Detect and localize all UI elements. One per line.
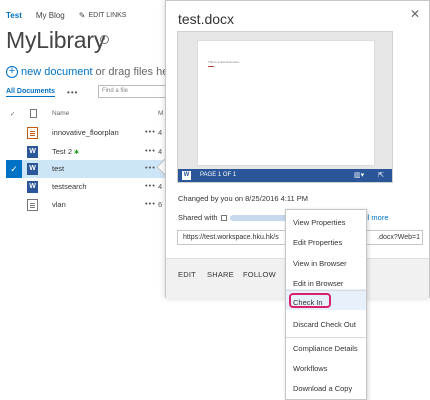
table-row-selected[interactable]: ✓ W test ••• [6, 160, 176, 178]
all-documents-view[interactable]: All Documents [6, 88, 56, 97]
view-options-button[interactable]: ••• [67, 88, 78, 97]
row-menu-button[interactable]: ••• [145, 146, 156, 155]
edit-links-button[interactable]: ✎ EDIT LINKS [79, 11, 127, 20]
drag-files-hint: or drag files he [95, 66, 169, 78]
file-name-wrap: Test 2 ✱ [52, 147, 79, 156]
menu-item-compliance-details[interactable]: Compliance Details [293, 344, 358, 353]
menu-item-discard-check-out[interactable]: Discard Check Out [293, 320, 356, 329]
shared-with-row: Shared with [178, 213, 288, 222]
table-row[interactable]: vlan ••• 6 [6, 196, 176, 214]
select-all-check-icon[interactable]: ✓ [10, 110, 15, 118]
menu-separator [286, 337, 366, 338]
menu-item-edit-in-browser[interactable]: Edit in Browser [293, 279, 343, 288]
site-link-test[interactable]: Test [6, 11, 22, 20]
menu-item-view-in-browser[interactable]: View in Browser [293, 259, 347, 268]
popout-icon[interactable]: ⇱ [378, 171, 384, 179]
row-menu-button[interactable]: ••• [145, 181, 156, 190]
name-column-header[interactable]: Name [52, 110, 69, 117]
document-type-icon [30, 109, 37, 118]
text-file-icon [27, 199, 38, 211]
top-navigation: Test My Blog ✎ EDIT LINKS [6, 11, 126, 20]
page-indicator: PAGE 1 OF 1 [200, 172, 237, 178]
document-url-tail: .docx?Web=1 [375, 234, 420, 241]
table-row[interactable]: W Test 2 ✱ ••• 4 [6, 143, 176, 161]
new-document-bar: + new document or drag files he [6, 66, 168, 78]
word-logo-icon: W [182, 171, 191, 180]
preview-page: This is a test document. [197, 40, 375, 166]
callout-title[interactable]: test.docx [178, 11, 234, 27]
xml-file-icon [27, 127, 38, 139]
file-name[interactable]: innovative_floorplan [52, 128, 119, 137]
file-name[interactable]: vlan [52, 200, 66, 209]
shared-more-link[interactable]: ll more [366, 213, 389, 222]
view-mode-icon[interactable]: ▥▾ [354, 171, 364, 179]
menu-item-check-in[interactable]: Check In [293, 298, 323, 307]
edit-links-label: EDIT LINKS [88, 12, 127, 19]
row-modified-truncated: 6 [158, 200, 163, 209]
info-icon[interactable]: i [100, 35, 109, 44]
new-item-icon: ✱ [74, 150, 80, 156]
word-file-icon: W [27, 163, 38, 175]
document-url: https://test.workspace.hku.hk/s [183, 234, 279, 241]
table-row[interactable]: W testsearch ••• 4 [6, 178, 176, 196]
context-menu: View Properties Edit Properties View in … [285, 209, 367, 400]
view-bar: All Documents ••• [6, 88, 90, 97]
preview-text: This is a test document. [208, 60, 240, 64]
new-document-link[interactable]: new document [21, 66, 93, 78]
preview-mark [208, 66, 214, 67]
share-action[interactable]: SHARE [207, 270, 234, 279]
menu-separator [286, 290, 366, 291]
menu-item-download-a-copy[interactable]: Download a Copy [293, 384, 352, 393]
shared-with-label: Shared with [178, 213, 218, 222]
person-icon [220, 214, 227, 221]
grid-header: ✓ Name M [6, 109, 176, 120]
shared-users-redacted [229, 214, 288, 221]
pencil-icon: ✎ [78, 11, 86, 20]
plus-circle-icon[interactable]: + [6, 66, 18, 78]
file-name[interactable]: test [52, 164, 64, 173]
row-modified-truncated: 4 [158, 128, 163, 137]
edit-action[interactable]: EDIT [178, 270, 196, 279]
find-file-input[interactable]: Find a file [98, 85, 174, 98]
row-menu-button[interactable]: ••• [145, 199, 156, 208]
menu-item-edit-properties[interactable]: Edit Properties [293, 238, 342, 247]
row-modified-truncated: 4 [158, 182, 163, 191]
site-link-my-blog[interactable]: My Blog [36, 11, 65, 20]
menu-item-workflows[interactable]: Workflows [293, 364, 327, 373]
table-row[interactable]: innovative_floorplan ••• 4 [6, 124, 176, 142]
changed-by-text: Changed by you on 8/25/2016 4:11 PM [178, 194, 308, 203]
row-menu-button[interactable]: ••• [145, 127, 156, 136]
file-name[interactable]: testsearch [52, 182, 87, 191]
document-preview[interactable]: This is a test document. W PAGE 1 OF 1 ▥… [177, 31, 393, 183]
follow-action[interactable]: FOLLOW [243, 270, 276, 279]
library-title: MyLibrary [6, 27, 106, 53]
preview-toolbar: W PAGE 1 OF 1 ▥▾ ⇱ [178, 169, 392, 182]
word-file-icon: W [27, 181, 38, 193]
row-modified-truncated: 4 [158, 147, 163, 156]
modified-column-header[interactable]: M [158, 110, 163, 117]
close-icon[interactable]: ✕ [410, 7, 420, 21]
word-file-icon: W [27, 146, 38, 158]
menu-item-view-properties[interactable]: View Properties [293, 218, 345, 227]
row-checked-icon[interactable]: ✓ [6, 160, 22, 178]
row-menu-button[interactable]: ••• [145, 163, 156, 172]
file-name[interactable]: Test 2 [52, 147, 72, 156]
